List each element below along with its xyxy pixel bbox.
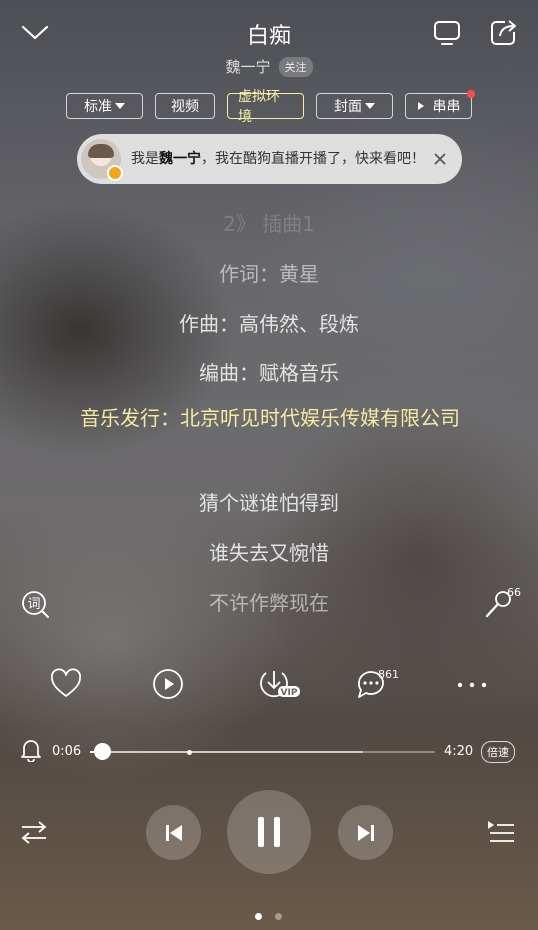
share-button[interactable] (488, 18, 518, 48)
lyric-line: 作曲：高伟然、段炼 (179, 312, 359, 336)
more-button[interactable] (455, 675, 489, 699)
cast-button[interactable] (432, 18, 462, 48)
chip-chuanchuan[interactable]: 串串 (405, 90, 475, 119)
play-video-button[interactable] (151, 667, 185, 705)
share-icon (491, 20, 516, 45)
speed-button[interactable]: 倍速 (481, 741, 515, 763)
chip-label: 虚拟环境 (238, 89, 280, 125)
chip-label: 标准 (84, 99, 112, 115)
download-vip-icon: VIP (260, 671, 300, 698)
cast-screen-icon (434, 21, 460, 45)
chip-video[interactable]: 视频 (155, 93, 215, 119)
lyric-line: 猜个谜谁怕得到 (199, 491, 339, 515)
chip-virtual-environment[interactable]: 虚拟环境 (227, 89, 304, 125)
notification-text: 我是魏一宁，我在酷狗直播开播了，快来看吧！ (131, 151, 425, 167)
next-button[interactable] (338, 805, 393, 860)
comment-count: 861 (378, 668, 399, 681)
mode-chips: 标准 视频 虚拟环境 封面 串串 (66, 89, 475, 125)
chip-label: 视频 (171, 99, 199, 115)
buffer-bar (90, 751, 363, 753)
progress-mark (187, 750, 192, 755)
chip-label: 封面 (334, 99, 362, 115)
shuffle-icon (21, 821, 47, 844)
close-icon (434, 153, 446, 165)
lyric-line: 不许作弊现在 (209, 591, 329, 615)
lyric-line: 作词：黄星 (219, 262, 319, 286)
play-mode-button[interactable] (19, 818, 49, 850)
caret-down-icon (115, 103, 125, 109)
progress-knob[interactable] (93, 743, 111, 760)
elapsed-time: 0:06 (52, 744, 82, 759)
close-button[interactable] (428, 147, 452, 171)
vip-label: VIP (281, 688, 298, 698)
lyric-line: 编曲：赋格音乐 (199, 361, 339, 385)
page-dot[interactable] (275, 913, 282, 920)
lyrics-search-icon: 词 (22, 591, 49, 618)
notification-dot (467, 90, 475, 98)
pause-icon (258, 817, 280, 847)
caret-down-icon (365, 103, 375, 109)
playlist-button[interactable] (486, 818, 516, 850)
live-badge-icon (107, 165, 123, 181)
heart-icon (50, 668, 82, 697)
mic-count: 66 (507, 586, 521, 599)
like-button[interactable] (49, 667, 83, 705)
total-time: 4:20 (444, 744, 474, 759)
previous-button[interactable] (146, 805, 201, 860)
artist-row: 魏一宁 关注 (0, 56, 538, 77)
lyric-line-faded: 2》 插曲1 (223, 212, 315, 236)
play-video-icon (153, 669, 183, 699)
follow-button[interactable]: 关注 (278, 56, 313, 77)
next-icon (357, 824, 374, 841)
lyrics-label: 词 (27, 597, 40, 612)
lyric-line: 谁失去又惋惜 (209, 541, 329, 565)
more-icon (457, 682, 487, 688)
pause-button[interactable] (227, 790, 311, 874)
chip-standard[interactable]: 标准 (66, 93, 143, 119)
chip-label: 串串 (432, 99, 461, 115)
page-indicator (255, 913, 282, 920)
download-button[interactable]: VIP (256, 667, 304, 705)
avatar (81, 139, 123, 181)
playlist-icon (488, 821, 514, 842)
bell-icon (21, 740, 41, 763)
lyrics-search-button[interactable]: 词 (20, 588, 52, 624)
play-small-icon (417, 102, 424, 110)
previous-icon (165, 824, 182, 841)
page-dot-active[interactable] (255, 913, 262, 920)
artist-name[interactable]: 魏一宁 (225, 56, 270, 77)
live-notification[interactable]: 我是魏一宁，我在酷狗直播开播了，快来看吧！ (77, 134, 462, 184)
lyric-current-line: 音乐发行：北京听见时代娱乐传媒有限公司 (80, 406, 460, 430)
sleep-timer-button[interactable] (20, 738, 42, 766)
chip-cover[interactable]: 封面 (316, 93, 393, 119)
